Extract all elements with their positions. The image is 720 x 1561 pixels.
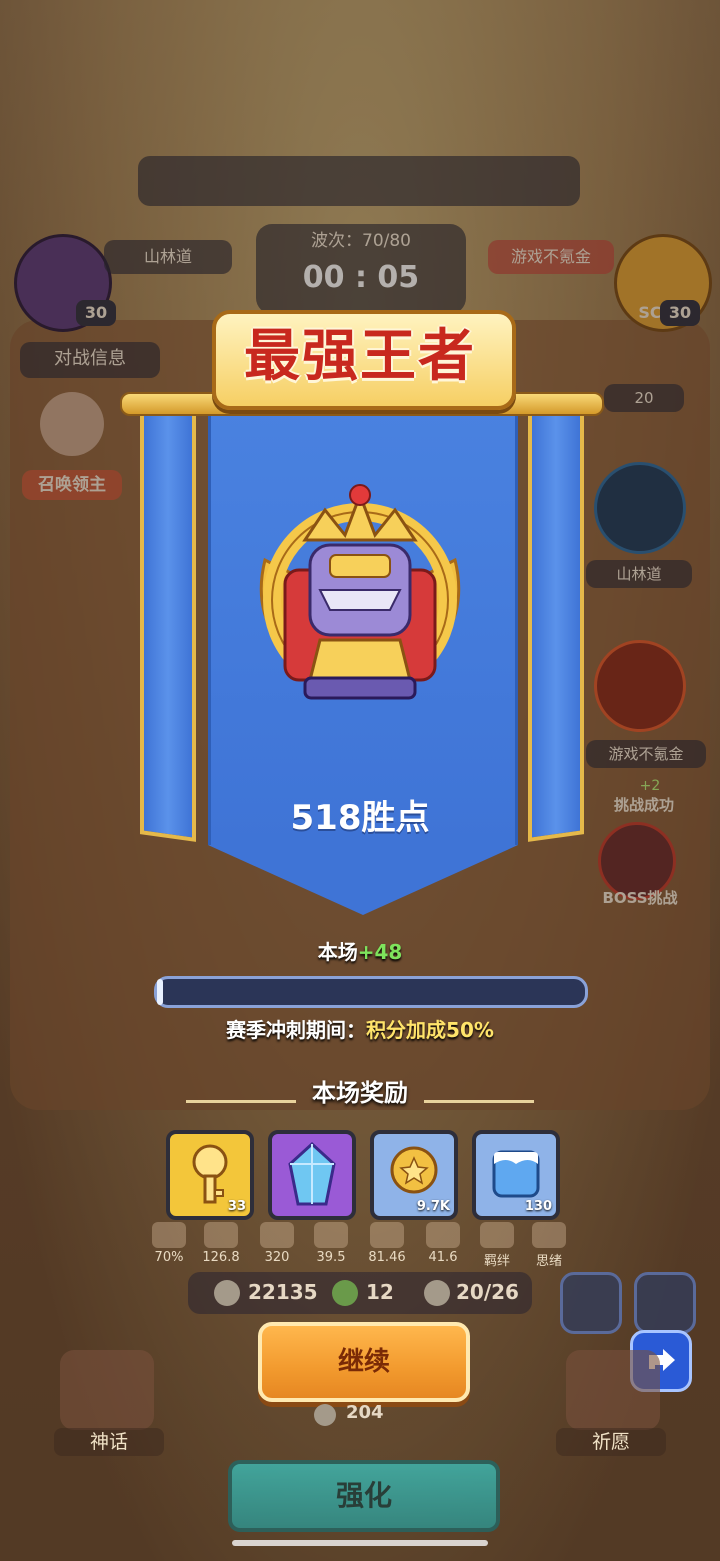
continue-button[interactable]: 继续	[258, 1322, 470, 1402]
gear-icon	[426, 1222, 460, 1248]
enhance-button[interactable]: 强化	[228, 1460, 500, 1532]
victory-points: 518胜点	[290, 798, 430, 838]
silver-coin-icon	[314, 1404, 336, 1426]
bond-icon[interactable]	[480, 1222, 514, 1248]
king-trophy-icon	[245, 480, 475, 710]
speed-icon	[370, 1222, 404, 1248]
stat-value: 41.6	[428, 1250, 458, 1265]
season-bonus-prefix: 赛季冲刺期间：	[226, 1018, 367, 1042]
banner-tail	[208, 845, 518, 915]
reward-gold-coin[interactable]: 9.7K	[370, 1130, 458, 1220]
rank-title: 最强王者	[244, 324, 476, 389]
reward-purple-crystal[interactable]	[268, 1130, 356, 1220]
clover-icon	[332, 1280, 358, 1306]
myth-button[interactable]: 神话	[54, 1428, 164, 1456]
wish-icon[interactable]	[566, 1350, 660, 1430]
heart-icon	[152, 1222, 186, 1248]
season-bonus-value: 积分加成50%	[366, 1018, 494, 1042]
banner-left-flap	[140, 396, 196, 842]
purple-crystal-icon	[288, 1141, 336, 1206]
rank-progress-bar	[154, 976, 588, 1008]
rank-progress-fill	[157, 979, 163, 1005]
reward-golden-key[interactable]: 33	[166, 1130, 254, 1220]
stat-value: 126.8	[202, 1250, 240, 1265]
wish-button[interactable]: 祈愿	[556, 1428, 666, 1456]
silver-coin-icon	[214, 1280, 240, 1306]
stat-value: 320	[264, 1250, 290, 1265]
summon-cost: 204	[346, 1402, 384, 1423]
match-gain-value: +48	[357, 940, 403, 964]
thought-icon[interactable]	[532, 1222, 566, 1248]
currency-value-3: 20/26	[456, 1280, 519, 1304]
stat-value[interactable]: 羁绊	[472, 1250, 522, 1269]
stat-value[interactable]: 思绪	[524, 1250, 574, 1269]
reward-count: 130	[524, 1199, 552, 1214]
unit-icon	[424, 1280, 450, 1306]
reward-count: 9.7K	[416, 1199, 450, 1214]
rewards-title: 本场奖励	[312, 1079, 408, 1107]
stat-value: 39.5	[316, 1250, 346, 1265]
season-bonus-row: 赛季冲刺期间：积分加成50%	[0, 1014, 720, 1043]
burst-icon	[260, 1222, 294, 1248]
stat-value: 70%	[154, 1250, 184, 1265]
currency-value-1: 22135	[248, 1280, 318, 1304]
crit-icon	[314, 1222, 348, 1248]
banner-right-flap	[528, 396, 584, 842]
reward-count: 33	[227, 1199, 246, 1214]
match-gain: 本场+48	[0, 936, 720, 965]
home-indicator[interactable]	[232, 1540, 488, 1546]
match-gain-prefix: 本场	[317, 940, 358, 964]
stat-value: 81.46	[368, 1250, 406, 1265]
menu-icon[interactable]	[634, 1272, 696, 1334]
currency-value-2: 12	[366, 1280, 394, 1304]
myth-icon[interactable]	[60, 1350, 154, 1430]
sword-icon	[204, 1222, 238, 1248]
reward-ice-cube[interactable]: 130	[472, 1130, 560, 1220]
chat-icon[interactable]	[560, 1272, 622, 1334]
